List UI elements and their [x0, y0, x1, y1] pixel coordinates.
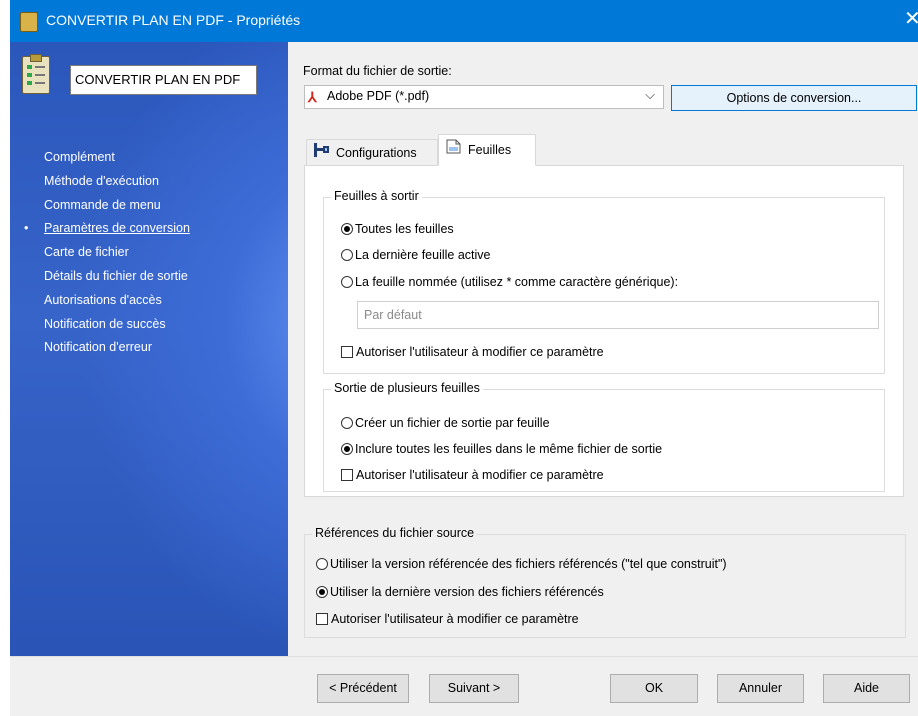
cancel-button[interactable]: Annuler	[717, 674, 804, 703]
ok-button[interactable]: OK	[610, 674, 698, 703]
sidebar-item-error-notification[interactable]: Notification d'erreur	[44, 336, 190, 360]
sidebar-item-conversion-settings[interactable]: • Paramètres de conversion	[24, 217, 190, 241]
sidebar-item-execution-method[interactable]: Méthode d'exécution	[44, 170, 190, 194]
task-name-field[interactable]: CONVERTIR PLAN EN PDF	[70, 65, 257, 95]
tab-sheets[interactable]: Feuilles	[438, 134, 536, 166]
radio-as-built-version[interactable]: Utiliser la version référencée des fichi…	[316, 555, 727, 573]
sidebar-item-menu-command[interactable]: Commande de menu	[44, 194, 190, 218]
sheets-output-legend: Feuilles à sortir	[331, 189, 422, 203]
chevron-down-icon[interactable]: ⌵	[645, 87, 655, 103]
sheet-icon	[446, 135, 462, 166]
conversion-options-button[interactable]: Options de conversion...	[671, 85, 917, 111]
pdf-icon: ⅄	[308, 89, 317, 105]
sidebar-item-output-details[interactable]: Détails du fichier de sortie	[44, 265, 190, 289]
window-left-frame	[0, 0, 10, 715]
sidebar-nav: Complément Méthode d'exécution Commande …	[24, 146, 190, 360]
radio-all-sheets[interactable]: Toutes les feuilles	[341, 220, 454, 238]
checklist-icon	[22, 54, 50, 94]
sidebar-item-file-map[interactable]: Carte de fichier	[44, 241, 190, 265]
active-bullet-icon: •	[24, 221, 29, 236]
allow-user-sheets-checkbox[interactable]: Autoriser l'utilisateur à modifier ce pa…	[341, 343, 604, 361]
output-format-label: Format du fichier de sortie:	[303, 64, 452, 78]
sidebar-item-complement[interactable]: Complément	[44, 146, 190, 170]
previous-button[interactable]: < Précédent	[317, 674, 409, 703]
sidebar-item-access-permissions[interactable]: Autorisations d'accès	[44, 289, 190, 313]
radio-latest-version[interactable]: Utiliser la dernière version des fichier…	[316, 583, 604, 601]
radio-named-sheet[interactable]: La feuille nommée (utilisez * comme cara…	[341, 273, 678, 291]
source-references-legend: Références du fichier source	[312, 526, 478, 540]
window-title: CONVERTIR PLAN EN PDF - Propriétés	[46, 12, 301, 28]
sidebar: CONVERTIR PLAN EN PDF Complément Méthode…	[10, 42, 288, 656]
main-panel: Format du fichier de sortie: ⅄ Adobe PDF…	[288, 42, 918, 656]
allow-user-multi-checkbox[interactable]: Autoriser l'utilisateur à modifier ce pa…	[341, 466, 604, 484]
tab-configurations[interactable]: Configurations	[306, 139, 438, 167]
sheets-tab-panel: Feuilles à sortir Toutes les feuilles La…	[304, 165, 904, 497]
next-button[interactable]: Suivant >	[429, 674, 519, 703]
radio-file-per-sheet[interactable]: Créer un fichier de sortie par feuille	[341, 414, 550, 432]
multi-sheet-output-legend: Sortie de plusieurs feuilles	[331, 381, 483, 395]
help-button[interactable]: Aide	[823, 674, 910, 703]
title-bar[interactable]: CONVERTIR PLAN EN PDF - Propriétés ✕	[10, 0, 918, 42]
radio-same-output-file[interactable]: Inclure toutes les feuilles dans le même…	[341, 440, 662, 458]
output-format-select[interactable]: ⅄ Adobe PDF (*.pdf) ⌵	[304, 85, 664, 109]
allow-user-refs-checkbox[interactable]: Autoriser l'utilisateur à modifier ce pa…	[316, 610, 579, 628]
close-icon[interactable]: ✕	[904, 6, 918, 31]
radio-last-active-sheet[interactable]: La dernière feuille active	[341, 246, 491, 264]
clipboard-app-icon	[20, 12, 38, 32]
sidebar-item-success-notification[interactable]: Notification de succès	[44, 313, 190, 337]
configurations-icon	[314, 140, 330, 167]
named-sheet-input[interactable]: Par défaut	[357, 301, 879, 329]
